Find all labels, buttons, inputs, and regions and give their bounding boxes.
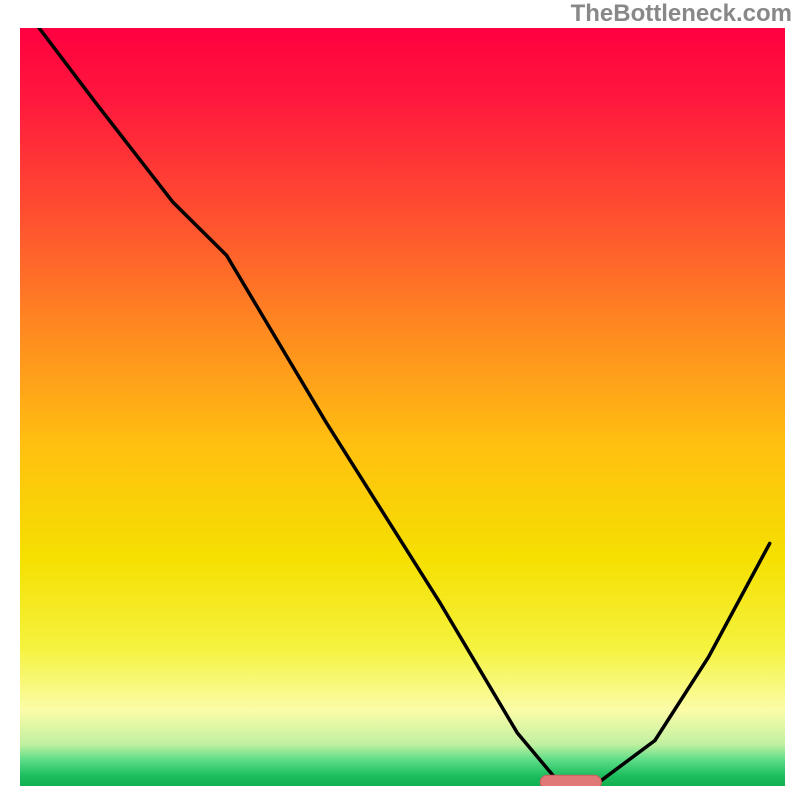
plot-background-gradient — [20, 28, 785, 786]
plot-svg — [0, 0, 800, 800]
chart-stage: TheBottleneck.com — [0, 0, 800, 800]
optimal-marker — [540, 775, 601, 789]
